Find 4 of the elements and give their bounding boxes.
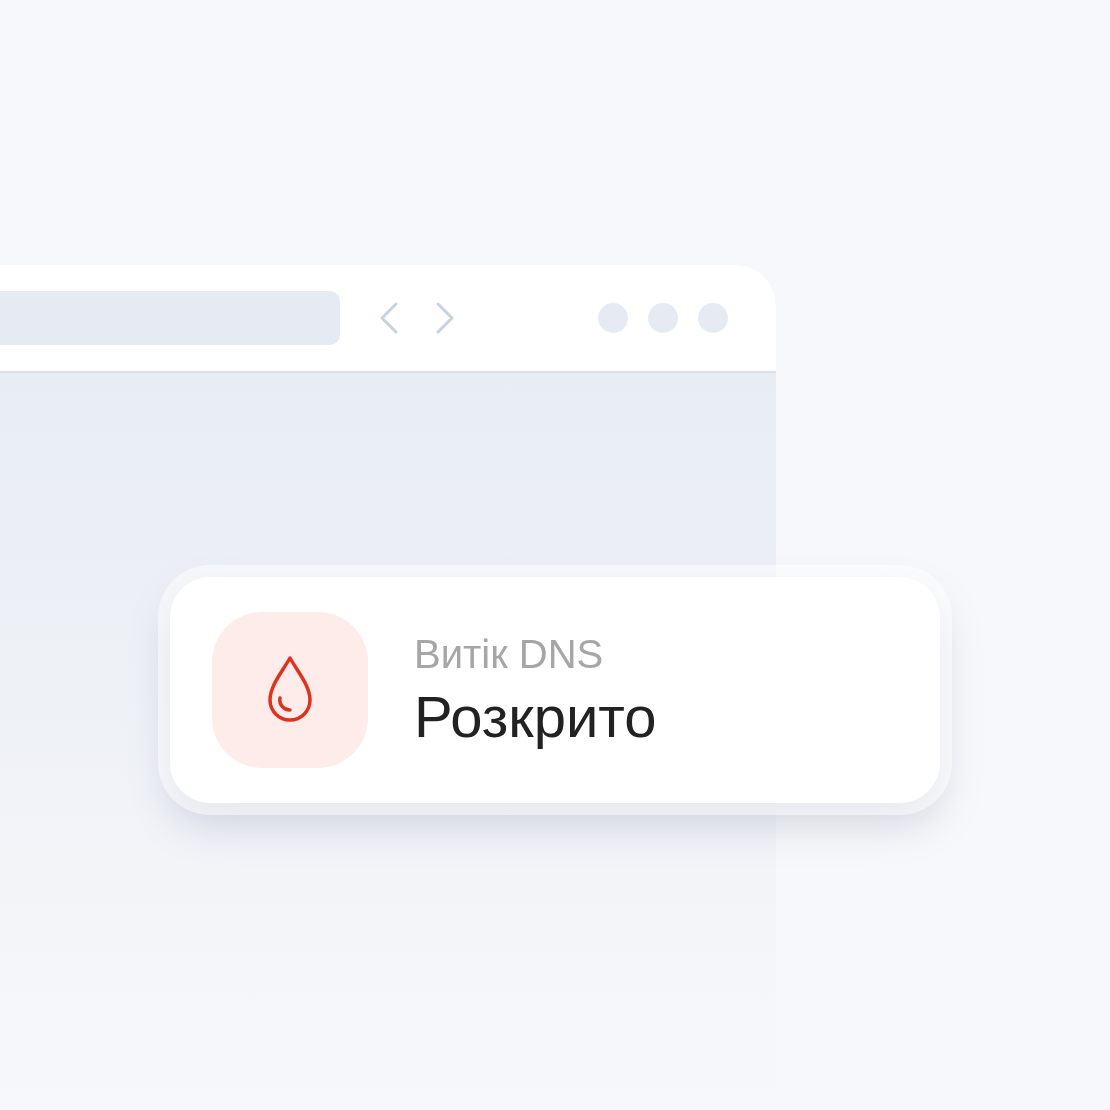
card-label: Витік DNS <box>414 631 605 678</box>
drop-icon <box>212 612 368 768</box>
card-status: Розкрито <box>414 684 657 750</box>
address-bar[interactable] <box>0 291 340 345</box>
